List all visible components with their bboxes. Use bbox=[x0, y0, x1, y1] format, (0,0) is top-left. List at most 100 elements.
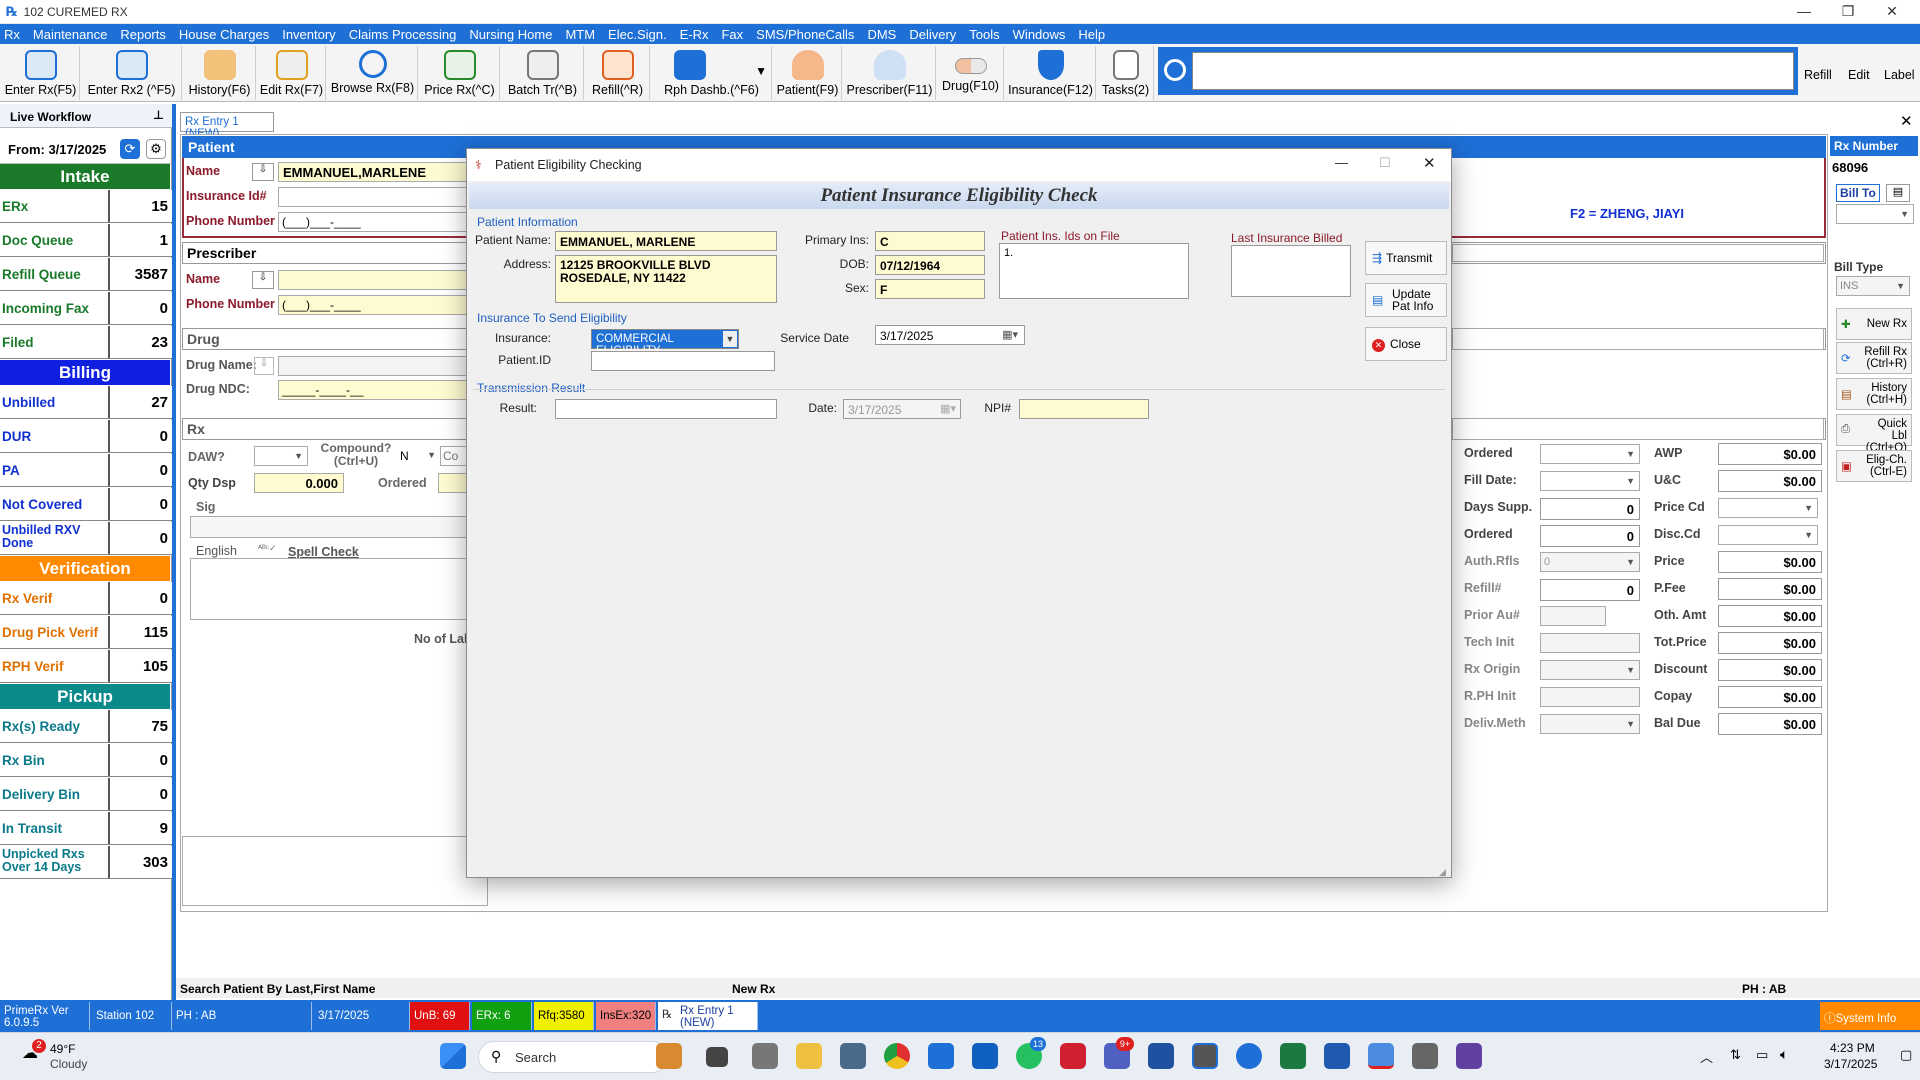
chevron-up-icon[interactable]: ︿ bbox=[1700, 1047, 1713, 1066]
dlg-patient-name-field[interactable]: EMMANUEL, MARLENE bbox=[555, 231, 777, 251]
refill-queue-count[interactable]: Rfq:3580 bbox=[534, 1002, 594, 1030]
fill-date-field[interactable]: ▼ bbox=[1540, 471, 1640, 491]
workflow-row[interactable]: Doc Queue 1 bbox=[0, 224, 172, 257]
qty-dsp-field[interactable]: 0.000 bbox=[254, 473, 344, 493]
menu-erx[interactable]: E-Rx bbox=[680, 27, 709, 42]
auth-refills-select[interactable]: 0 ▼ bbox=[1540, 552, 1640, 572]
notes-icon[interactable] bbox=[1148, 1043, 1174, 1069]
workflow-row[interactable]: PA 0 bbox=[0, 454, 172, 487]
history-button[interactable]: History(F6) bbox=[184, 46, 256, 100]
bill-to-select[interactable]: ▼ bbox=[1836, 204, 1914, 224]
elig-check-button[interactable]: ▣ Elig-Ch. (Ctrl-E) bbox=[1836, 450, 1912, 482]
rx-app-taskbar-icon[interactable] bbox=[928, 1043, 954, 1069]
workflow-row[interactable]: DUR 0 bbox=[0, 420, 172, 453]
update-pat-info-button[interactable]: ▤ Update Pat Info bbox=[1365, 283, 1447, 317]
browse-rx-button[interactable]: Browse Rx(F8) bbox=[328, 46, 418, 100]
calendar-icon[interactable]: ▦▾ bbox=[1002, 328, 1018, 341]
tab-rx-entry[interactable]: Rx Entry 1 (NEW) bbox=[180, 112, 274, 140]
tasks-button[interactable]: Tasks(2) bbox=[1098, 46, 1154, 100]
rx-secondary-icon[interactable] bbox=[1412, 1043, 1438, 1069]
dlg-date-field[interactable]: 3/17/2025 ▦▾ bbox=[843, 399, 961, 419]
dialog-minimize-icon[interactable]: — bbox=[1335, 155, 1348, 170]
price-rx-button[interactable]: Price Rx(^C) bbox=[420, 46, 500, 100]
restore-icon[interactable]: ❐ bbox=[1826, 0, 1870, 24]
erx-count[interactable]: ERx: 6 bbox=[472, 1002, 532, 1030]
notifications-icon[interactable]: ▢ bbox=[1900, 1047, 1912, 1063]
gear-icon[interactable]: ⚙ bbox=[146, 139, 166, 159]
workflow-row[interactable]: Unpicked Rxs Over 14 Days 303 bbox=[0, 846, 172, 879]
minimize-icon[interactable]: — bbox=[1782, 0, 1826, 24]
menu-elec-sign[interactable]: Elec.Sign. bbox=[608, 27, 667, 42]
close-icon[interactable]: ✕ bbox=[1870, 0, 1914, 24]
awp-field[interactable]: $0.00 bbox=[1718, 443, 1822, 465]
copay-field[interactable]: $0.00 bbox=[1718, 686, 1822, 708]
drug-name-field[interactable] bbox=[278, 356, 468, 376]
toolbar-search-input[interactable] bbox=[1192, 52, 1794, 90]
bill-to-edit-icon[interactable]: ▤ bbox=[1886, 184, 1910, 202]
panel-splitter[interactable] bbox=[172, 104, 176, 1000]
close-button[interactable]: ✕ Close bbox=[1365, 327, 1447, 361]
briefcase-icon[interactable] bbox=[656, 1043, 682, 1069]
workflow-row[interactable]: Rx Bin 0 bbox=[0, 744, 172, 777]
prior-auth-field[interactable] bbox=[1540, 606, 1606, 626]
dlg-sex-field[interactable]: F bbox=[875, 279, 985, 299]
right-label-button[interactable]: Label bbox=[1884, 68, 1915, 82]
system-info-button[interactable]: ⓘSystem Info bbox=[1820, 1002, 1920, 1030]
word-icon[interactable] bbox=[1324, 1043, 1350, 1069]
dlg-result-field[interactable] bbox=[555, 399, 777, 419]
windows-start-icon[interactable] bbox=[440, 1043, 466, 1069]
menu-help[interactable]: Help bbox=[1078, 27, 1105, 42]
workflow-row[interactable]: Rx Verif 0 bbox=[0, 582, 172, 615]
new-rx-button[interactable]: ✚ New Rx bbox=[1836, 308, 1912, 340]
workflow-row[interactable]: Unbilled 27 bbox=[0, 386, 172, 419]
drug-lookup-icon[interactable]: ⇩ bbox=[254, 357, 274, 375]
close-tab-icon[interactable]: ✕ bbox=[1900, 112, 1913, 130]
ordered-refills-field[interactable]: 0 bbox=[1540, 525, 1640, 547]
ordered-qty-field[interactable] bbox=[438, 473, 468, 493]
curemed-rx-icon[interactable] bbox=[1192, 1043, 1218, 1069]
rx-entry-window-button[interactable]: ℞ Rx Entry 1 (NEW) bbox=[658, 1002, 758, 1030]
enter-rx2-button[interactable]: Enter Rx2 (^F5) bbox=[82, 46, 182, 100]
workflow-row[interactable]: Drug Pick Verif 115 bbox=[0, 616, 172, 649]
tech-init-field[interactable] bbox=[1540, 633, 1640, 653]
calendar-icon[interactable]: ▦▾ bbox=[940, 402, 956, 415]
menu-maintenance[interactable]: Maintenance bbox=[33, 27, 107, 42]
sig-text-area[interactable] bbox=[190, 558, 468, 620]
bill-type-select[interactable]: INS ▼ bbox=[1836, 276, 1910, 296]
disc-code-select[interactable]: ▼ bbox=[1718, 525, 1818, 545]
app-gray-icon[interactable] bbox=[752, 1043, 778, 1069]
rx-origin-select[interactable]: ▼ bbox=[1540, 660, 1640, 680]
task-view-icon[interactable] bbox=[706, 1047, 728, 1067]
menu-dms[interactable]: DMS bbox=[867, 27, 896, 42]
patient-name-field[interactable]: EMMANUEL,MARLENE bbox=[278, 162, 468, 182]
pin-icon[interactable]: ⊥ bbox=[153, 108, 164, 122]
last-insurance-list[interactable] bbox=[1231, 245, 1351, 297]
menu-rx[interactable]: Rx bbox=[4, 27, 20, 42]
price-field[interactable]: $0.00 bbox=[1718, 551, 1822, 573]
workflow-row[interactable]: In Transit 9 bbox=[0, 812, 172, 845]
refill-number-field[interactable]: 0 bbox=[1540, 579, 1640, 601]
dlg-patient-id-field[interactable] bbox=[591, 351, 775, 371]
resize-grip-icon[interactable]: ◢ bbox=[1439, 867, 1446, 878]
workflow-row[interactable]: Not Covered 0 bbox=[0, 488, 172, 521]
ids-on-file-list[interactable]: 1. bbox=[999, 243, 1189, 299]
dlg-service-date-field[interactable]: 3/17/2025 ▦▾ bbox=[875, 325, 1025, 345]
menu-fax[interactable]: Fax bbox=[721, 27, 743, 42]
menu-sms[interactable]: SMS/PhoneCalls bbox=[756, 27, 854, 42]
chrome-icon[interactable] bbox=[884, 1043, 910, 1069]
phone-field[interactable]: (___)___-____ bbox=[278, 212, 468, 232]
unbilled-count[interactable]: UnB: 69 bbox=[410, 1002, 470, 1030]
search-icon[interactable] bbox=[1164, 59, 1186, 81]
menu-mtm[interactable]: MTM bbox=[565, 27, 595, 42]
patient-lookup-icon[interactable]: ⇩ bbox=[252, 163, 274, 181]
balance-due-field[interactable]: $0.00 bbox=[1718, 713, 1822, 735]
network-icon[interactable]: ⇅ bbox=[1730, 1047, 1741, 1063]
dlg-dob-field[interactable]: 07/12/1964 bbox=[875, 255, 985, 275]
refresh-icon[interactable]: ⟳ bbox=[120, 139, 140, 159]
file-explorer-icon[interactable] bbox=[796, 1043, 822, 1069]
pfee-field[interactable]: $0.00 bbox=[1718, 578, 1822, 600]
workflow-row[interactable]: ERx 15 bbox=[0, 190, 172, 223]
discount-field[interactable]: $0.00 bbox=[1718, 659, 1822, 681]
compound-select[interactable]: N ▼ bbox=[398, 446, 438, 466]
menu-delivery[interactable]: Delivery bbox=[909, 27, 956, 42]
